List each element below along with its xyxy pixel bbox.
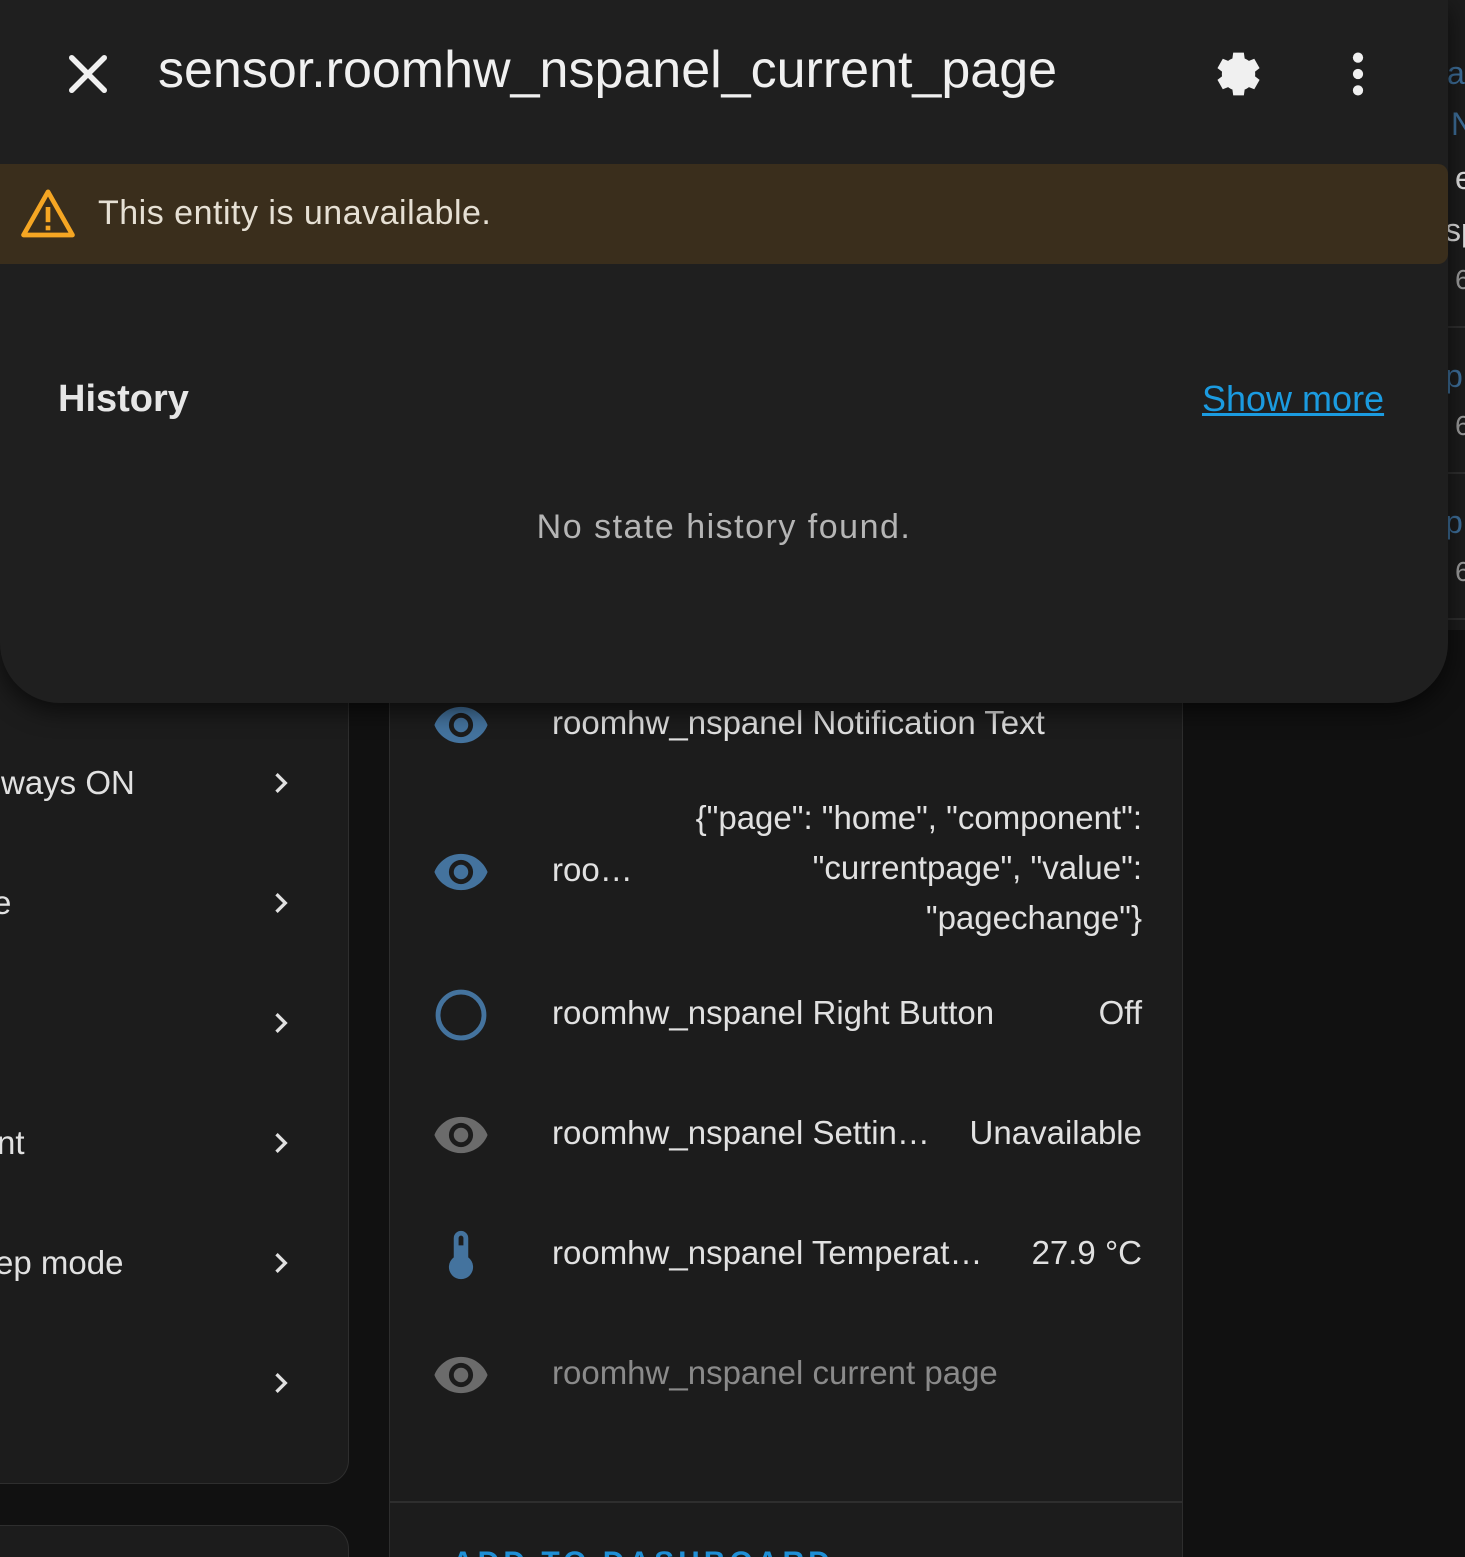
right-fragment: 6 <box>1455 264 1465 295</box>
entity-state: 27.9 °C <box>1031 1234 1142 1271</box>
entity-name: roomhw_nspanel Right Button <box>552 994 995 1031</box>
warning-text: This entity is unavailable. <box>98 194 492 232</box>
settings-row[interactable]: ep mode <box>0 1233 348 1293</box>
entity-state: {"page": "home", "component": "currentpa… <box>672 793 1142 943</box>
entity-row[interactable]: roomhw_nspanel Temperat… 27.9 °C <box>390 1226 1182 1286</box>
entity-row[interactable]: roomhw_nspanel current page <box>390 1346 1182 1406</box>
eye-icon <box>434 1356 488 1394</box>
add-to-dashboard-button[interactable]: ADD TO DASHBOARD <box>452 1546 834 1557</box>
more-info-dialog: sensor.roomhw_nspanel_current_page This … <box>0 0 1448 703</box>
history-heading: History <box>58 378 189 420</box>
entity-row[interactable]: roomhw_nspanel Settin… Unavailable <box>390 1106 1182 1166</box>
circle-outline-icon <box>435 989 487 1041</box>
settings-card-secondary <box>0 1525 349 1557</box>
eye-icon <box>434 1116 488 1154</box>
entity-state: Unavailable <box>969 1114 1142 1151</box>
right-fragment: 6 <box>1455 410 1465 441</box>
settings-row[interactable] <box>0 1353 348 1413</box>
entity-state: Off <box>1098 994 1142 1031</box>
unavailable-warning: This entity is unavailable. <box>0 164 1448 264</box>
more-vert-icon[interactable] <box>1330 44 1386 104</box>
thermometer-icon <box>448 1230 474 1280</box>
gear-icon[interactable] <box>1206 42 1270 106</box>
settings-row-label: nt <box>0 1124 25 1161</box>
entity-state-line: "pagechange"} <box>925 899 1142 936</box>
settings-row-label: ways ON <box>1 764 135 801</box>
entity-name: roomhw_nspanel Settin… <box>552 1114 930 1151</box>
entity-name: roomhw_nspanel Notification Text <box>552 704 1045 741</box>
settings-row[interactable]: nt <box>0 1113 348 1173</box>
no-history-message: No state history found. <box>536 508 912 546</box>
settings-row-label: ep mode <box>0 1244 124 1281</box>
chevron-right-icon <box>275 1013 288 1033</box>
entity-name: roomhw_nspanel current page <box>552 1354 998 1391</box>
entity-row[interactable]: roo… {"page": "home", "component": "curr… <box>390 793 1182 953</box>
dialog-title: sensor.roomhw_nspanel_current_page <box>158 41 1058 99</box>
right-fragment: N <box>1451 106 1465 142</box>
right-fragment: e <box>1455 160 1465 196</box>
eye-icon <box>434 853 488 891</box>
warning-icon <box>21 189 75 238</box>
settings-row[interactable]: ways ON <box>0 753 348 813</box>
entity-state-line: "currentpage", "value": <box>812 849 1142 886</box>
show-more-link[interactable]: Show more <box>1202 378 1384 420</box>
eye-icon <box>434 706 488 744</box>
close-icon[interactable] <box>58 44 118 104</box>
chevron-right-icon <box>275 1133 288 1153</box>
divider <box>390 1501 1182 1503</box>
right-fragment: a <box>1447 55 1465 91</box>
chevron-right-icon <box>275 893 288 913</box>
right-fragment: 6 <box>1455 556 1465 587</box>
entity-state-line: {"page": "home", "component": <box>695 799 1142 836</box>
app-screen: a N e sp 6 p 6 p 6 ways ON e nt ep mode <box>0 0 1465 1557</box>
settings-row-label: e <box>0 884 12 921</box>
entity-name: roo… <box>552 851 633 888</box>
settings-row[interactable]: e <box>0 873 348 933</box>
entity-row[interactable]: roomhw_nspanel Right Button Off <box>390 986 1182 1046</box>
chevron-right-icon <box>275 1253 288 1273</box>
chevron-right-icon <box>275 1373 288 1393</box>
entity-name: roomhw_nspanel Temperat… <box>552 1234 983 1271</box>
chevron-right-icon <box>275 773 288 793</box>
settings-row[interactable] <box>0 993 348 1053</box>
entity-row[interactable]: roomhw_nspanel Notification Text <box>390 696 1182 756</box>
right-fragment: sp <box>1445 212 1465 248</box>
entities-card: roomhw_nspanel Notification Text roo… {"… <box>389 560 1183 1557</box>
